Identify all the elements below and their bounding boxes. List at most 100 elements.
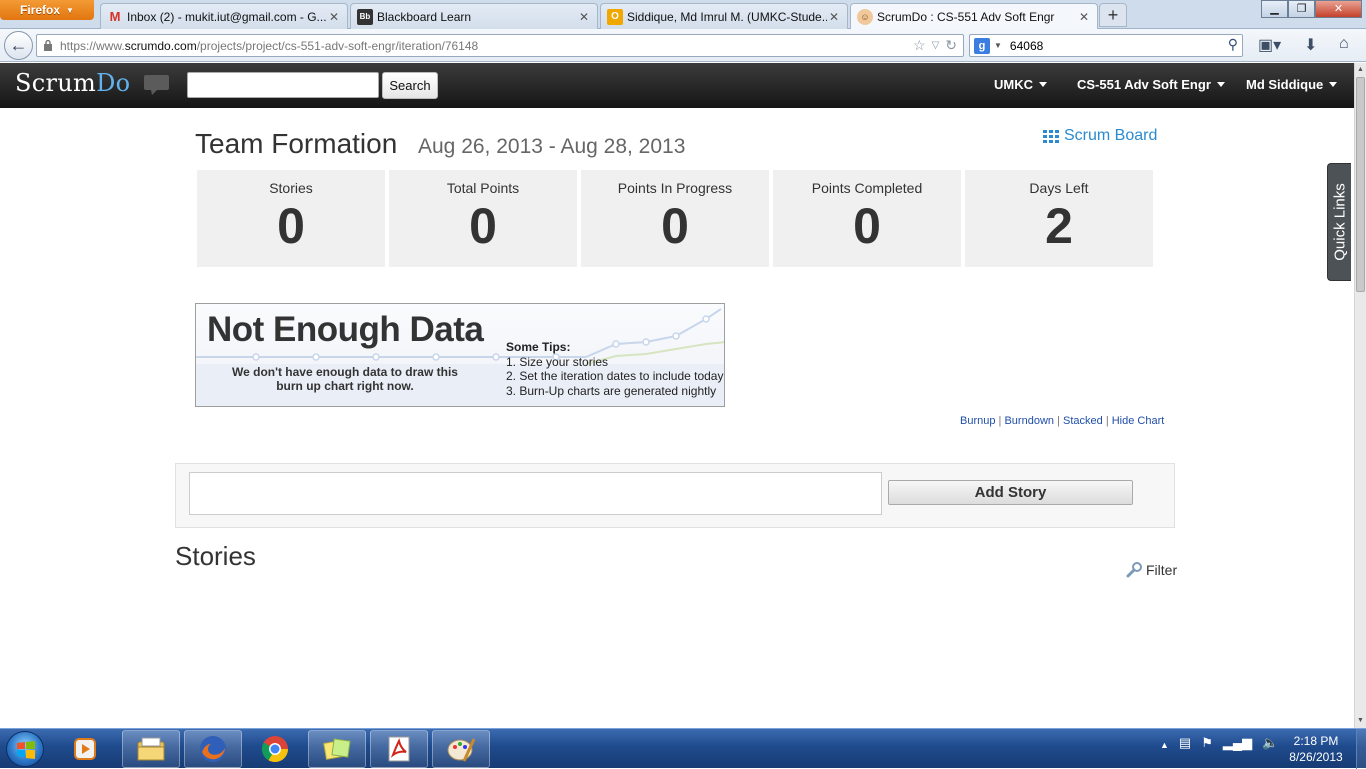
burndown-link[interactable]: Burndown (1004, 415, 1054, 427)
show-hidden-icons[interactable]: ▲ (1160, 735, 1169, 755)
caret-down-icon (1216, 82, 1225, 87)
stat-points-completed: Points Completed 0 (773, 170, 961, 267)
stat-total-points: Total Points 0 (389, 170, 577, 267)
taskbar-chrome[interactable] (246, 730, 304, 768)
tab-blackboard[interactable]: Bb Blackboard Learn ✕ (350, 3, 598, 29)
caret-down-icon (1039, 82, 1047, 87)
add-story-button[interactable]: Add Story (888, 480, 1133, 505)
project-menu[interactable]: CS-551 Adv Soft Engr (1077, 77, 1225, 92)
scrum-board-label: Scrum Board (1064, 127, 1158, 144)
url-text: https://www.scrumdo.com/projects/project… (60, 39, 478, 53)
reload-icon[interactable]: ↻ (945, 37, 957, 55)
new-tab-button[interactable]: + (1099, 3, 1127, 27)
sticky-notes-icon (323, 738, 351, 760)
burnup-link[interactable]: Burnup (960, 415, 995, 427)
web-search-box[interactable]: g ▼ 64068 ⚲ (969, 34, 1243, 57)
blackboard-icon: Bb (357, 8, 373, 25)
address-bar[interactable]: https://www.scrumdo.com/projects/project… (36, 34, 964, 57)
taskbar-firefox[interactable] (184, 730, 242, 768)
close-icon[interactable]: ✕ (827, 10, 841, 24)
bookmarks-menu-icon[interactable]: ▣▾ (1258, 35, 1281, 55)
chat-bubble-icon[interactable] (144, 75, 169, 95)
user-menu[interactable]: Md Siddique (1246, 77, 1338, 92)
quick-links-tab[interactable]: Quick Links (1327, 163, 1351, 281)
network-signal-icon[interactable]: ▂▄▆ (1223, 735, 1252, 755)
close-icon[interactable]: ✕ (327, 10, 341, 24)
outlook-icon: O (607, 8, 623, 25)
iteration-title: Team Formation (195, 128, 398, 159)
gmail-icon: M (109, 9, 121, 24)
taskbar-sticky-notes[interactable] (308, 730, 366, 768)
tab-title: Inbox (2) - mukit.iut@gmail.com - G... (127, 9, 327, 24)
site-search-button[interactable]: Search (382, 72, 438, 99)
firefox-menu-button[interactable]: Firefox ▼ (0, 0, 94, 20)
chart-view-links: Burnup | Burndown | Stacked | Hide Chart (960, 415, 1164, 427)
browser-nav-bar: ← https://www.scrumdo.com/projects/proje… (0, 29, 1366, 62)
windows-taskbar: ▲ ▤ ⚑ ▂▄▆ 🔈 2:18 PM 8/26/2013 (0, 728, 1366, 769)
tab-outlook[interactable]: O Siddique, Md Imrul M. (UMKC-Stude... ✕ (600, 3, 848, 29)
page-scrollbar[interactable]: ▲ ▼ (1354, 63, 1366, 728)
scrumdo-icon: ☺ (857, 9, 873, 25)
project-menu-label: CS-551 Adv Soft Engr (1077, 77, 1211, 92)
search-icon[interactable]: ⚲ (1228, 36, 1238, 53)
acrobat-icon (388, 736, 410, 762)
separator: | (1105, 415, 1109, 427)
history-dropdown-icon[interactable]: ▽ (932, 37, 940, 55)
show-desktop-button[interactable] (1356, 729, 1366, 769)
close-icon[interactable]: ✕ (1077, 10, 1091, 24)
close-window-button[interactable]: ✕ (1315, 0, 1362, 18)
stat-label: Stories (269, 180, 313, 196)
firefox-menu-label: Firefox (20, 3, 61, 17)
close-icon[interactable]: ✕ (577, 10, 591, 24)
device-icon[interactable]: ▤ (1179, 735, 1191, 755)
start-button[interactable] (6, 731, 44, 767)
back-button[interactable]: ← (4, 31, 33, 60)
chevron-down-icon: ▼ (66, 5, 74, 15)
lock-icon (44, 40, 52, 51)
stat-label: Total Points (446, 180, 520, 196)
tip-item: 1. Size your stories (506, 354, 609, 369)
taskbar-paint[interactable] (432, 730, 490, 768)
bookmark-star-icon[interactable]: ☆ (913, 37, 926, 55)
url-path: /projects/project/cs-551-adv-soft-engr/i… (196, 38, 479, 53)
taskbar-explorer[interactable] (122, 730, 180, 768)
tab-gmail[interactable]: M Inbox (2) - mukit.iut@gmail.com - G...… (100, 3, 348, 29)
clock-time: 2:18 PM (1293, 734, 1339, 748)
taskbar-media-player[interactable] (56, 730, 114, 768)
scroll-down-icon[interactable]: ▼ (1355, 714, 1366, 728)
stat-stories: Stories 0 (197, 170, 385, 267)
tab-scrumdo[interactable]: ☺ ScrumDo : CS-551 Adv Soft Engr ✕ (850, 3, 1098, 30)
google-icon: g (974, 37, 990, 54)
tip-item: 3. Burn-Up charts are generated nightly (506, 383, 717, 398)
filter-button[interactable]: Filter (1126, 562, 1177, 578)
chevron-down-icon[interactable]: ▼ (994, 41, 1002, 50)
iteration-dates: Aug 26, 2013 - Aug 28, 2013 (418, 135, 686, 158)
tip-item: 2. Set the iteration dates to include to… (506, 369, 724, 383)
quick-links-label: Quick Links (1331, 183, 1348, 261)
stat-label: Points Completed (811, 180, 923, 196)
scrollbar-thumb[interactable] (1356, 77, 1365, 292)
grid-icon (1043, 129, 1059, 143)
downloads-icon[interactable]: ⬇ (1304, 35, 1317, 55)
clock-date: 8/26/2013 (1289, 750, 1343, 764)
org-menu[interactable]: UMKC (994, 77, 1047, 92)
stat-points-in-progress: Points In Progress 0 (581, 170, 769, 267)
taskbar-acrobat[interactable] (370, 730, 428, 768)
site-search-input[interactable] (187, 72, 379, 98)
scrum-board-link[interactable]: Scrum Board (1043, 127, 1157, 145)
maximize-button[interactable]: ❐ (1288, 0, 1315, 18)
hide-chart-link[interactable]: Hide Chart (1112, 415, 1165, 427)
stat-value: 0 (277, 198, 305, 254)
volume-icon[interactable]: 🔈 (1262, 735, 1278, 755)
scroll-up-icon[interactable]: ▲ (1355, 63, 1366, 77)
action-center-flag-icon[interactable]: ⚑ (1201, 735, 1213, 755)
tab-title: ScrumDo : CS-551 Adv Soft Engr (877, 10, 1055, 24)
scrumdo-logo[interactable]: ScrumDo (15, 69, 130, 97)
stacked-link[interactable]: Stacked (1063, 415, 1103, 427)
taskbar-clock[interactable]: 2:18 PM 8/26/2013 (1280, 733, 1352, 765)
home-icon[interactable]: ⌂ (1339, 35, 1349, 53)
tab-title: Blackboard Learn (377, 9, 472, 24)
stories-heading: Stories (175, 541, 256, 571)
story-text-input[interactable] (189, 472, 882, 515)
minimize-button[interactable]: ▁ (1261, 0, 1288, 18)
